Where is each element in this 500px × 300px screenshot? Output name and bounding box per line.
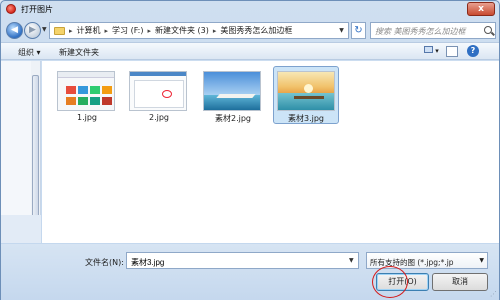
back-button[interactable]: ◀ (6, 22, 23, 39)
file-item[interactable]: 1.jpg (54, 69, 120, 123)
dialog-footer: 文件名(N): ▼ 所有支持的图 (*.jpg;*.jp ▼ 打开(O) 取消 … (1, 244, 499, 300)
scrollbar-thumb[interactable] (32, 75, 39, 225)
breadcrumb-separator: ▸ (212, 26, 217, 35)
file-type-value: 所有支持的图 (*.jpg;*.jp (370, 258, 454, 267)
preview-pane-toggle[interactable] (446, 46, 458, 57)
file-name: 2.jpg (148, 113, 169, 122)
breadcrumb-separator: ▸ (69, 26, 73, 35)
breadcrumb-separator: ▸ (104, 26, 109, 35)
file-thumbnail (57, 71, 115, 111)
address-bar[interactable]: ▸ 计算机 ▸ 学习 (F:) ▸ 新建文件夹 (3) ▸ 美图秀秀怎么加边框 (49, 22, 349, 39)
file-name: 1.jpg (76, 113, 97, 122)
search-icon (484, 26, 492, 34)
help-button[interactable]: ? (467, 45, 479, 57)
breadcrumb-separator: ▸ (147, 26, 152, 35)
filename-input[interactable] (126, 252, 359, 269)
organize-menu[interactable]: 组织 ▾ (18, 47, 41, 58)
new-folder-button[interactable]: 新建文件夹 (59, 47, 99, 58)
chevron-down-icon: ▼ (479, 257, 484, 264)
filename-dropdown-icon[interactable]: ▼ (349, 257, 354, 264)
forward-button[interactable]: ▶ (24, 22, 41, 39)
cancel-button[interactable]: 取消 (432, 273, 488, 291)
folder-icon (54, 26, 65, 35)
app-logo-icon (6, 4, 16, 14)
navigation-pane-footer (1, 215, 41, 243)
file-item[interactable]: 素材2.jpg (200, 69, 266, 123)
change-view-button[interactable]: ▾ (424, 46, 442, 57)
file-name: 素材3.jpg (287, 114, 324, 123)
file-thumbnail (203, 71, 261, 111)
file-list: 1.jpg 2.jpg 素材2.jpg 素材3.jpg (42, 61, 499, 243)
filename-label: 文件名(N): (85, 258, 124, 267)
breadcrumb-computer[interactable]: 计算机 (77, 25, 101, 36)
navigation-pane[interactable] (1, 61, 41, 243)
view-icon (424, 46, 433, 53)
file-item[interactable]: 2.jpg (126, 69, 192, 123)
resize-grip-icon[interactable]: ⋰ (490, 290, 497, 298)
toolbar: 组织 ▾ 新建文件夹 ▾ ? (1, 42, 499, 60)
highlight-circle-annotation (372, 266, 408, 298)
title-bar: 打开图片 x (1, 1, 499, 17)
close-button[interactable]: x (467, 2, 495, 16)
search-input[interactable]: 搜索 美图秀秀怎么加边框 (370, 22, 496, 39)
search-placeholder: 搜索 美图秀秀怎么加边框 (375, 27, 466, 36)
recent-locations-dropdown[interactable]: ▼ (42, 26, 47, 33)
breadcrumb-current-folder[interactable]: 美图秀秀怎么加边框 (220, 25, 292, 36)
file-thumbnail (129, 71, 187, 111)
refresh-button[interactable]: ↻ (351, 22, 366, 39)
address-dropdown-icon[interactable]: ▼ (335, 23, 348, 38)
window-title: 打开图片 (21, 5, 53, 14)
file-item-selected[interactable]: 素材3.jpg (273, 66, 339, 124)
file-thumbnail (277, 71, 335, 111)
open-image-dialog: 打开图片 x ◀ ▶ ▼ ▸ 计算机 ▸ 学习 (F:) ▸ 新建文件夹 (3)… (0, 0, 500, 300)
file-name: 素材2.jpg (214, 114, 251, 123)
breadcrumb-folder[interactable]: 新建文件夹 (3) (155, 25, 209, 36)
breadcrumb-drive[interactable]: 学习 (F:) (112, 25, 143, 36)
